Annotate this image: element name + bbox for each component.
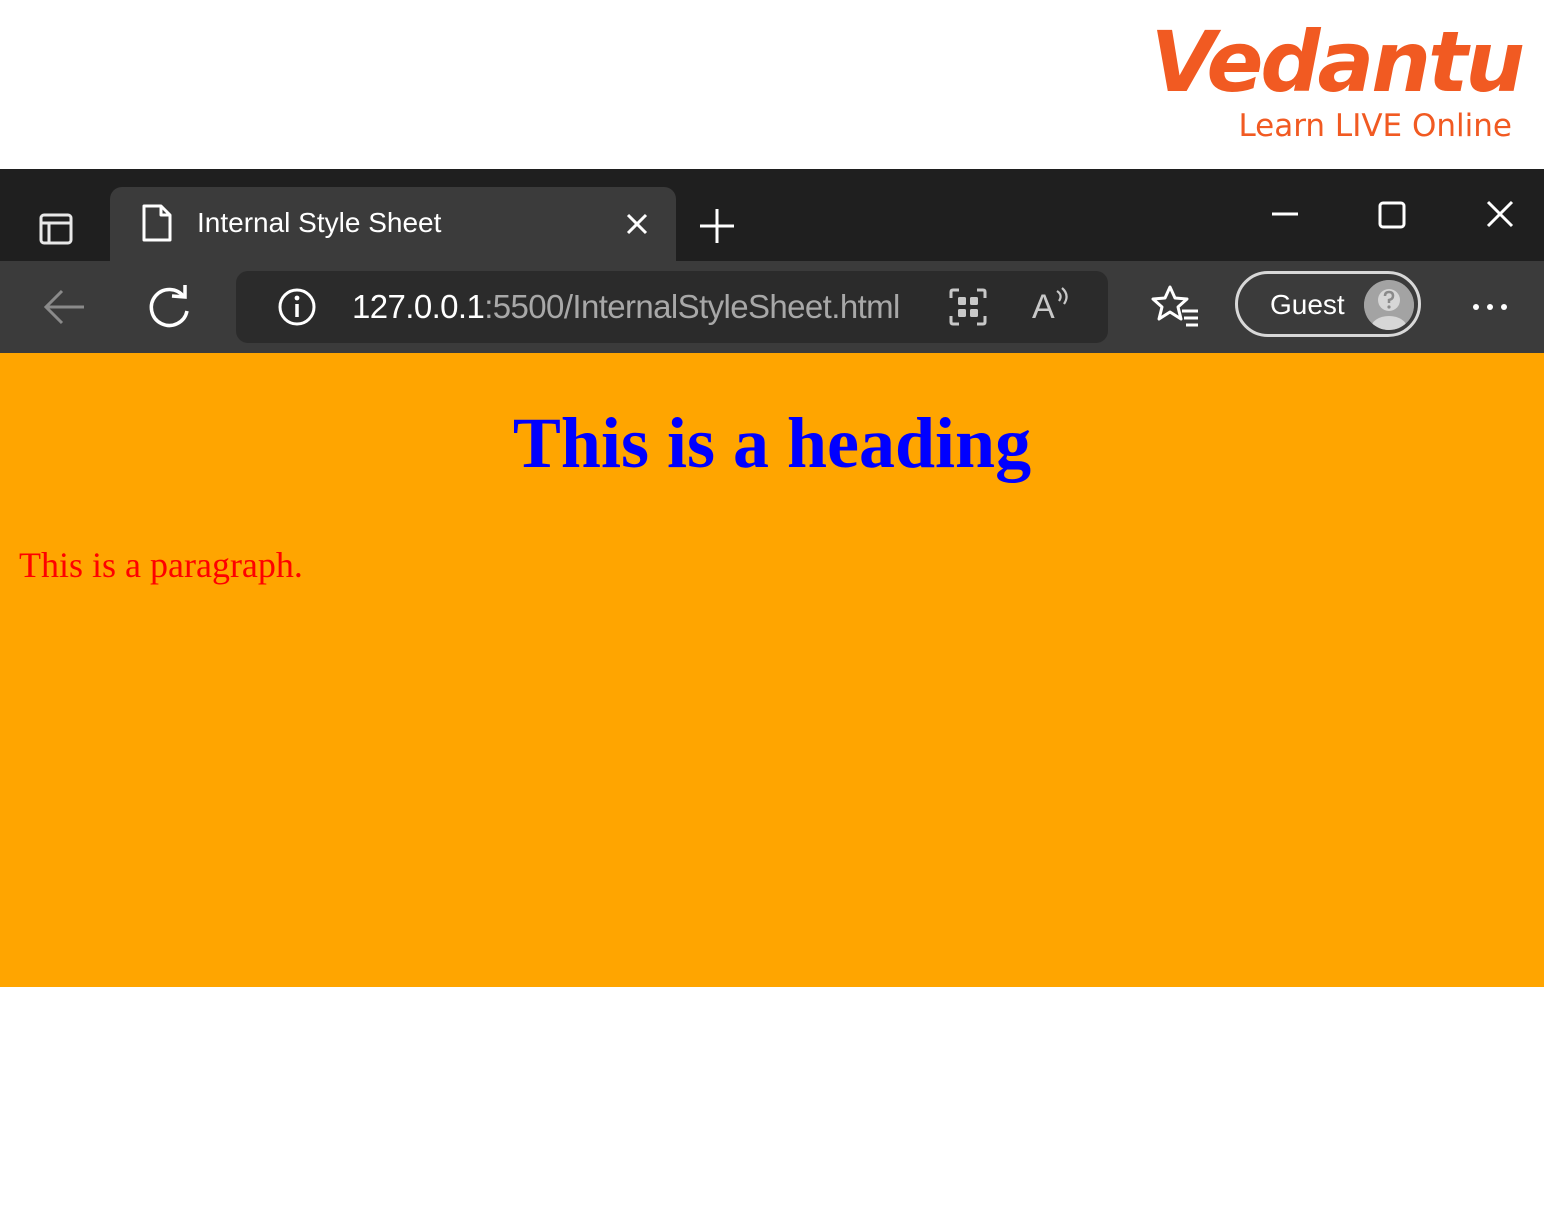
tab-actions-button[interactable] [28,205,84,253]
minimize-icon [1262,193,1308,239]
reload-button[interactable] [142,281,196,335]
plus-icon [694,203,740,249]
guest-avatar-icon [1364,280,1414,330]
tab-bar: Internal Style Sheet [0,169,1544,261]
url-host: 127.0.0.1 [352,288,485,325]
close-icon[interactable] [620,207,654,241]
info-icon[interactable] [276,286,318,328]
profile-label: Guest [1270,289,1345,320]
favorites-icon [1150,281,1202,333]
vedantu-brand: Vedantu Learn LIVE Online [1151,14,1525,154]
read-aloud-icon[interactable]: A [1032,283,1082,331]
new-tab-button[interactable] [694,203,740,249]
tab-internal-style-sheet[interactable]: Internal Style Sheet [110,187,676,261]
tab-title: Internal Style Sheet [197,207,442,238]
more-icon [1466,283,1514,331]
tab-actions-icon [39,212,73,246]
maximize-icon [1369,193,1415,239]
read-aloud-glyph: A [1032,288,1055,326]
minimize-button[interactable] [1262,193,1308,239]
profile-button[interactable]: Guest [1235,271,1421,337]
favorites-button[interactable] [1150,281,1202,333]
reload-icon [142,281,196,335]
url-text[interactable]: 127.0.0.1:5500/InternalStyleSheet.html [352,287,900,327]
web-page-content: This is a heading This is a paragraph. [0,353,1544,987]
window-close-button[interactable] [1477,193,1523,239]
vedantu-logo: Vedantu [1150,13,1525,111]
page-paragraph: This is a paragraph. [19,545,303,585]
window-close-icon [1477,193,1523,239]
page-heading: This is a heading [512,403,1032,483]
vedantu-tagline: Learn LIVE Online [1238,108,1512,144]
page-icon [140,203,174,243]
navigation-toolbar: 127.0.0.1:5500/InternalStyleSheet.html A [0,261,1544,353]
more-options-button[interactable] [1466,283,1514,331]
app-grid-icon[interactable] [948,287,988,327]
browser-window: Internal Style Sheet 127.0.0.1:5500/Inte… [0,169,1544,987]
address-bar[interactable]: 127.0.0.1:5500/InternalStyleSheet.html A [236,271,1108,343]
back-arrow-icon [38,281,90,333]
back-button[interactable] [38,281,90,333]
maximize-button[interactable] [1369,193,1415,239]
url-path: :5500/InternalStyleSheet.html [484,288,900,325]
